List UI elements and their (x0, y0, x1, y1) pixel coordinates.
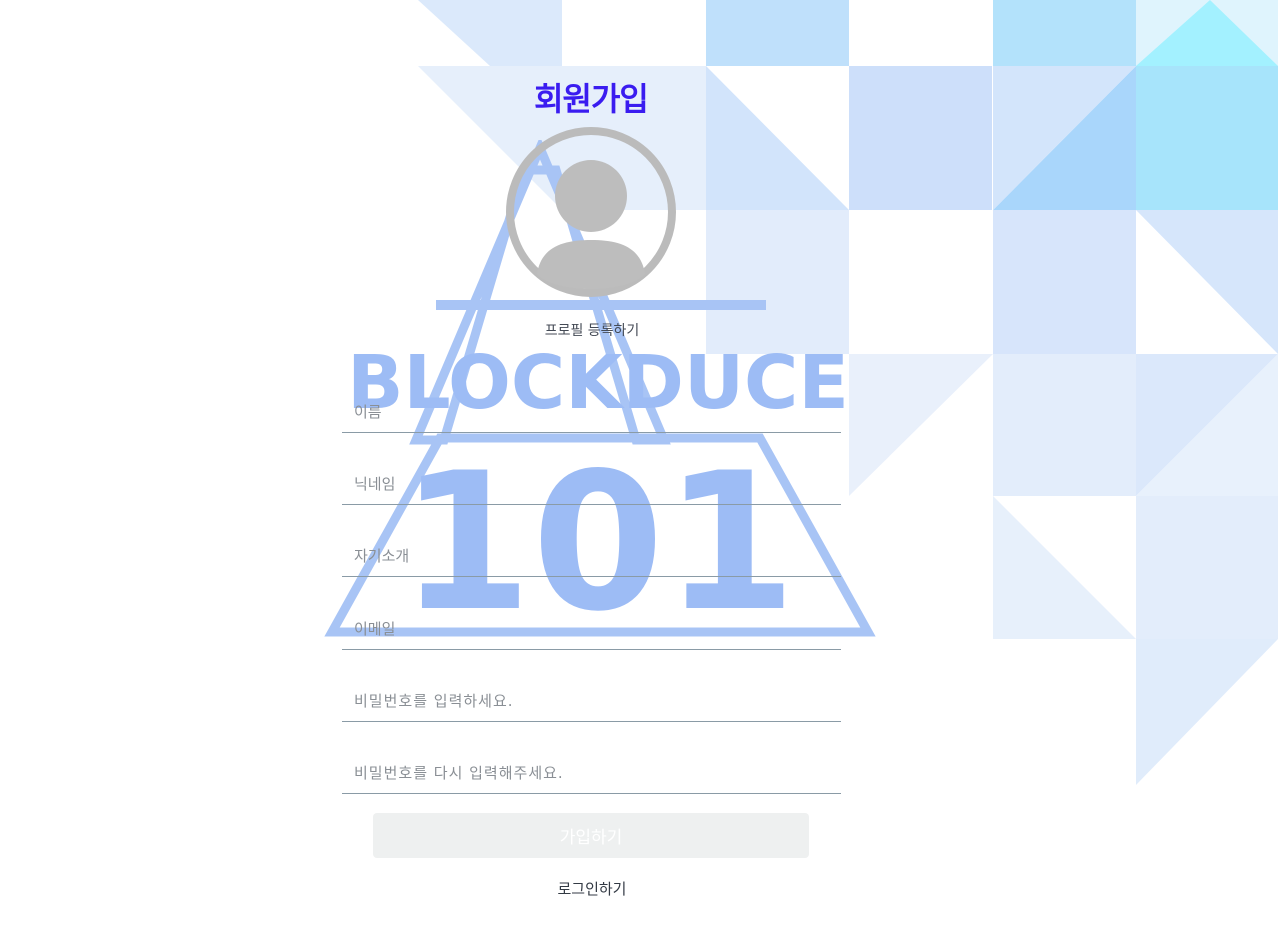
email-input[interactable] (342, 609, 841, 649)
user-avatar-icon[interactable] (503, 124, 679, 300)
password-field (342, 681, 841, 722)
name-field (342, 392, 841, 433)
login-link[interactable]: 로그인하기 (0, 878, 1184, 899)
password-input[interactable] (342, 681, 841, 721)
nickname-field (342, 464, 841, 505)
signup-button[interactable]: 가입하기 (373, 813, 809, 858)
password-confirm-field (342, 753, 841, 794)
page-title: 회원가입 (534, 80, 649, 118)
bio-field (342, 536, 841, 577)
password-confirm-input[interactable] (342, 753, 841, 793)
profile-register-link[interactable]: 프로필 등록하기 (0, 320, 1184, 340)
nickname-input[interactable] (342, 464, 841, 504)
bio-input[interactable] (342, 536, 841, 576)
name-input[interactable] (342, 392, 841, 432)
email-field (342, 609, 841, 650)
